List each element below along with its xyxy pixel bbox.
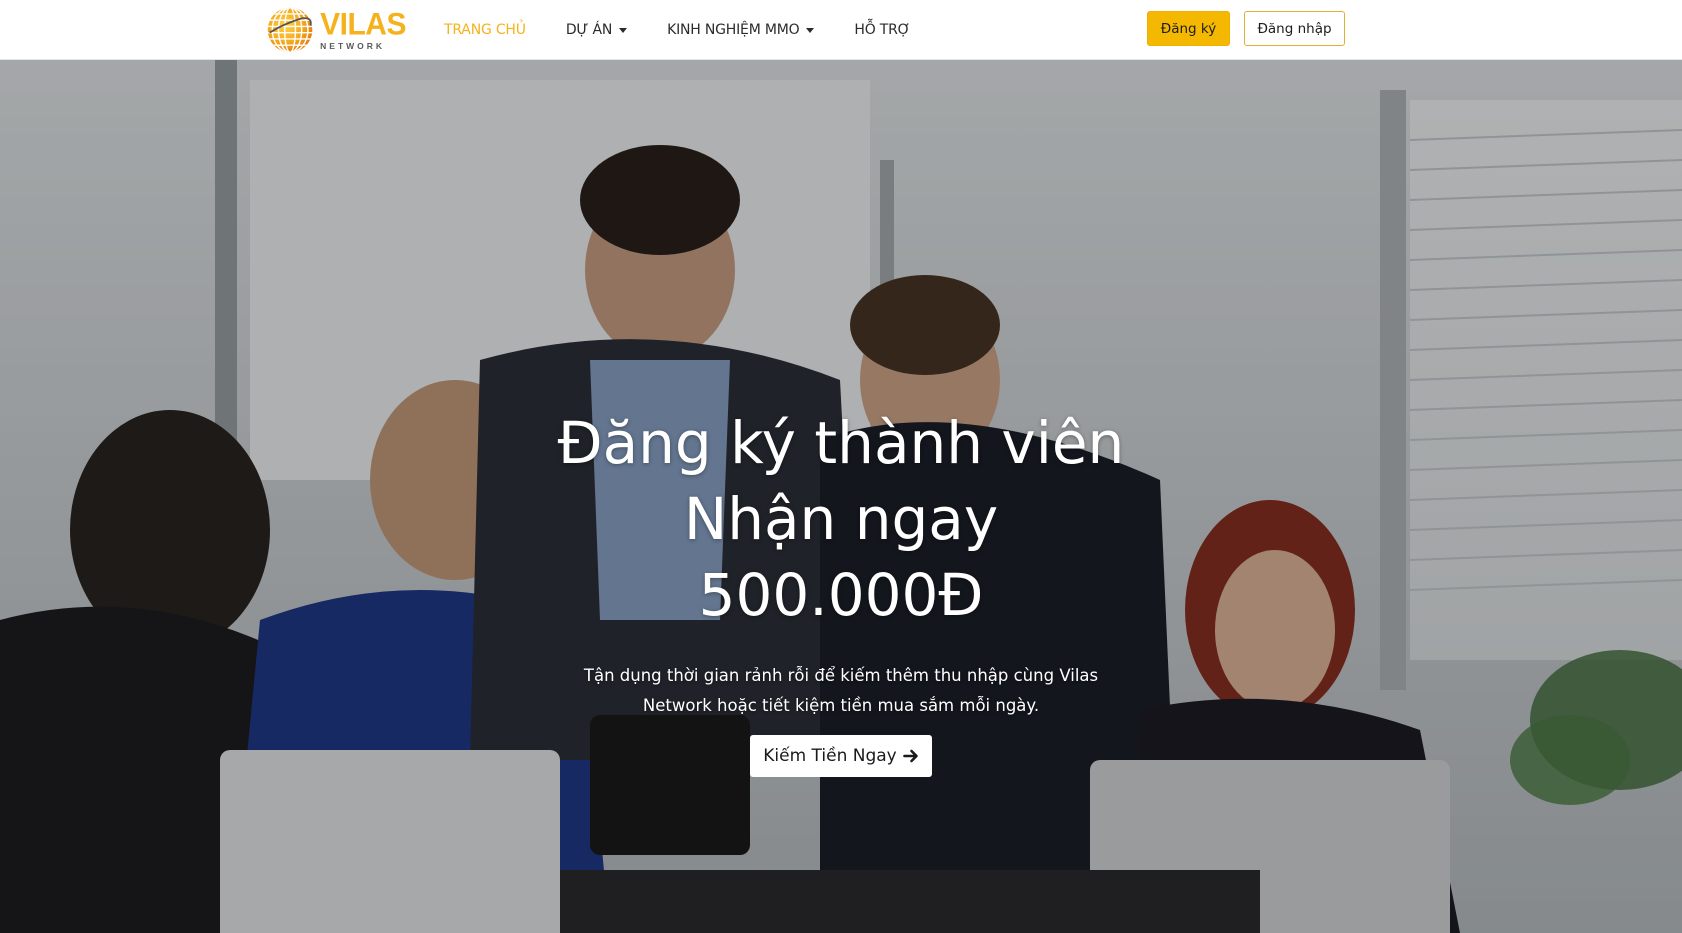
hero-content: Đăng ký thành viên Nhận ngay 500.000Đ Tậ… — [341, 405, 1341, 777]
top-navbar: VILAS NETWORK TRANG CHỦ DỰ ÁN KINH NGHIỆ… — [0, 0, 1682, 60]
hero-banner: Đăng ký thành viên Nhận ngay 500.000Đ Tậ… — [0, 60, 1682, 933]
cta-label: Kiếm Tiền Ngay — [763, 746, 897, 766]
arrow-right-icon — [902, 749, 918, 763]
caret-down-icon — [806, 28, 815, 33]
hero-subtitle: Tận dụng thời gian rảnh rỗi để kiếm thêm… — [583, 666, 1099, 715]
nav-item-label: DỰ ÁN — [565, 22, 613, 38]
brand-tagline: NETWORK — [320, 40, 386, 51]
brand-name: VILAS — [320, 6, 406, 42]
login-button[interactable]: Đăng nhập — [1244, 11, 1345, 46]
register-button[interactable]: Đăng ký — [1147, 11, 1230, 46]
caret-down-icon — [619, 28, 628, 33]
nav-item-label: HỖ TRỢ — [854, 22, 911, 38]
hero-title: Đăng ký thành viên Nhận ngay 500.000Đ — [341, 405, 1341, 633]
earn-money-now-button[interactable]: Kiếm Tiền Ngay — [750, 735, 932, 777]
hero-title-line-1: Đăng ký thành viên — [557, 409, 1125, 477]
nav-item-trang-chu[interactable]: TRANG CHỦ — [444, 22, 526, 38]
nav-item-kinh-nghiem-mmo[interactable]: KINH NGHIỆM MMO — [667, 22, 815, 38]
nav-item-label: TRANG CHỦ — [444, 22, 526, 38]
nav-item-ho-tro[interactable]: HỖ TRỢ — [854, 22, 910, 38]
hero-title-line-3: 500.000Đ — [698, 561, 984, 629]
globe-logo-icon — [267, 7, 313, 53]
nav-item-label: KINH NGHIỆM MMO — [667, 22, 800, 38]
main-nav: TRANG CHỦ DỰ ÁN KINH NGHIỆM MMO HỖ TRỢ — [444, 0, 910, 60]
nav-item-du-an[interactable]: DỰ ÁN — [565, 22, 628, 38]
hero-title-line-2: Nhận ngay — [683, 485, 999, 553]
brand-logo[interactable]: VILAS NETWORK — [266, 3, 406, 57]
